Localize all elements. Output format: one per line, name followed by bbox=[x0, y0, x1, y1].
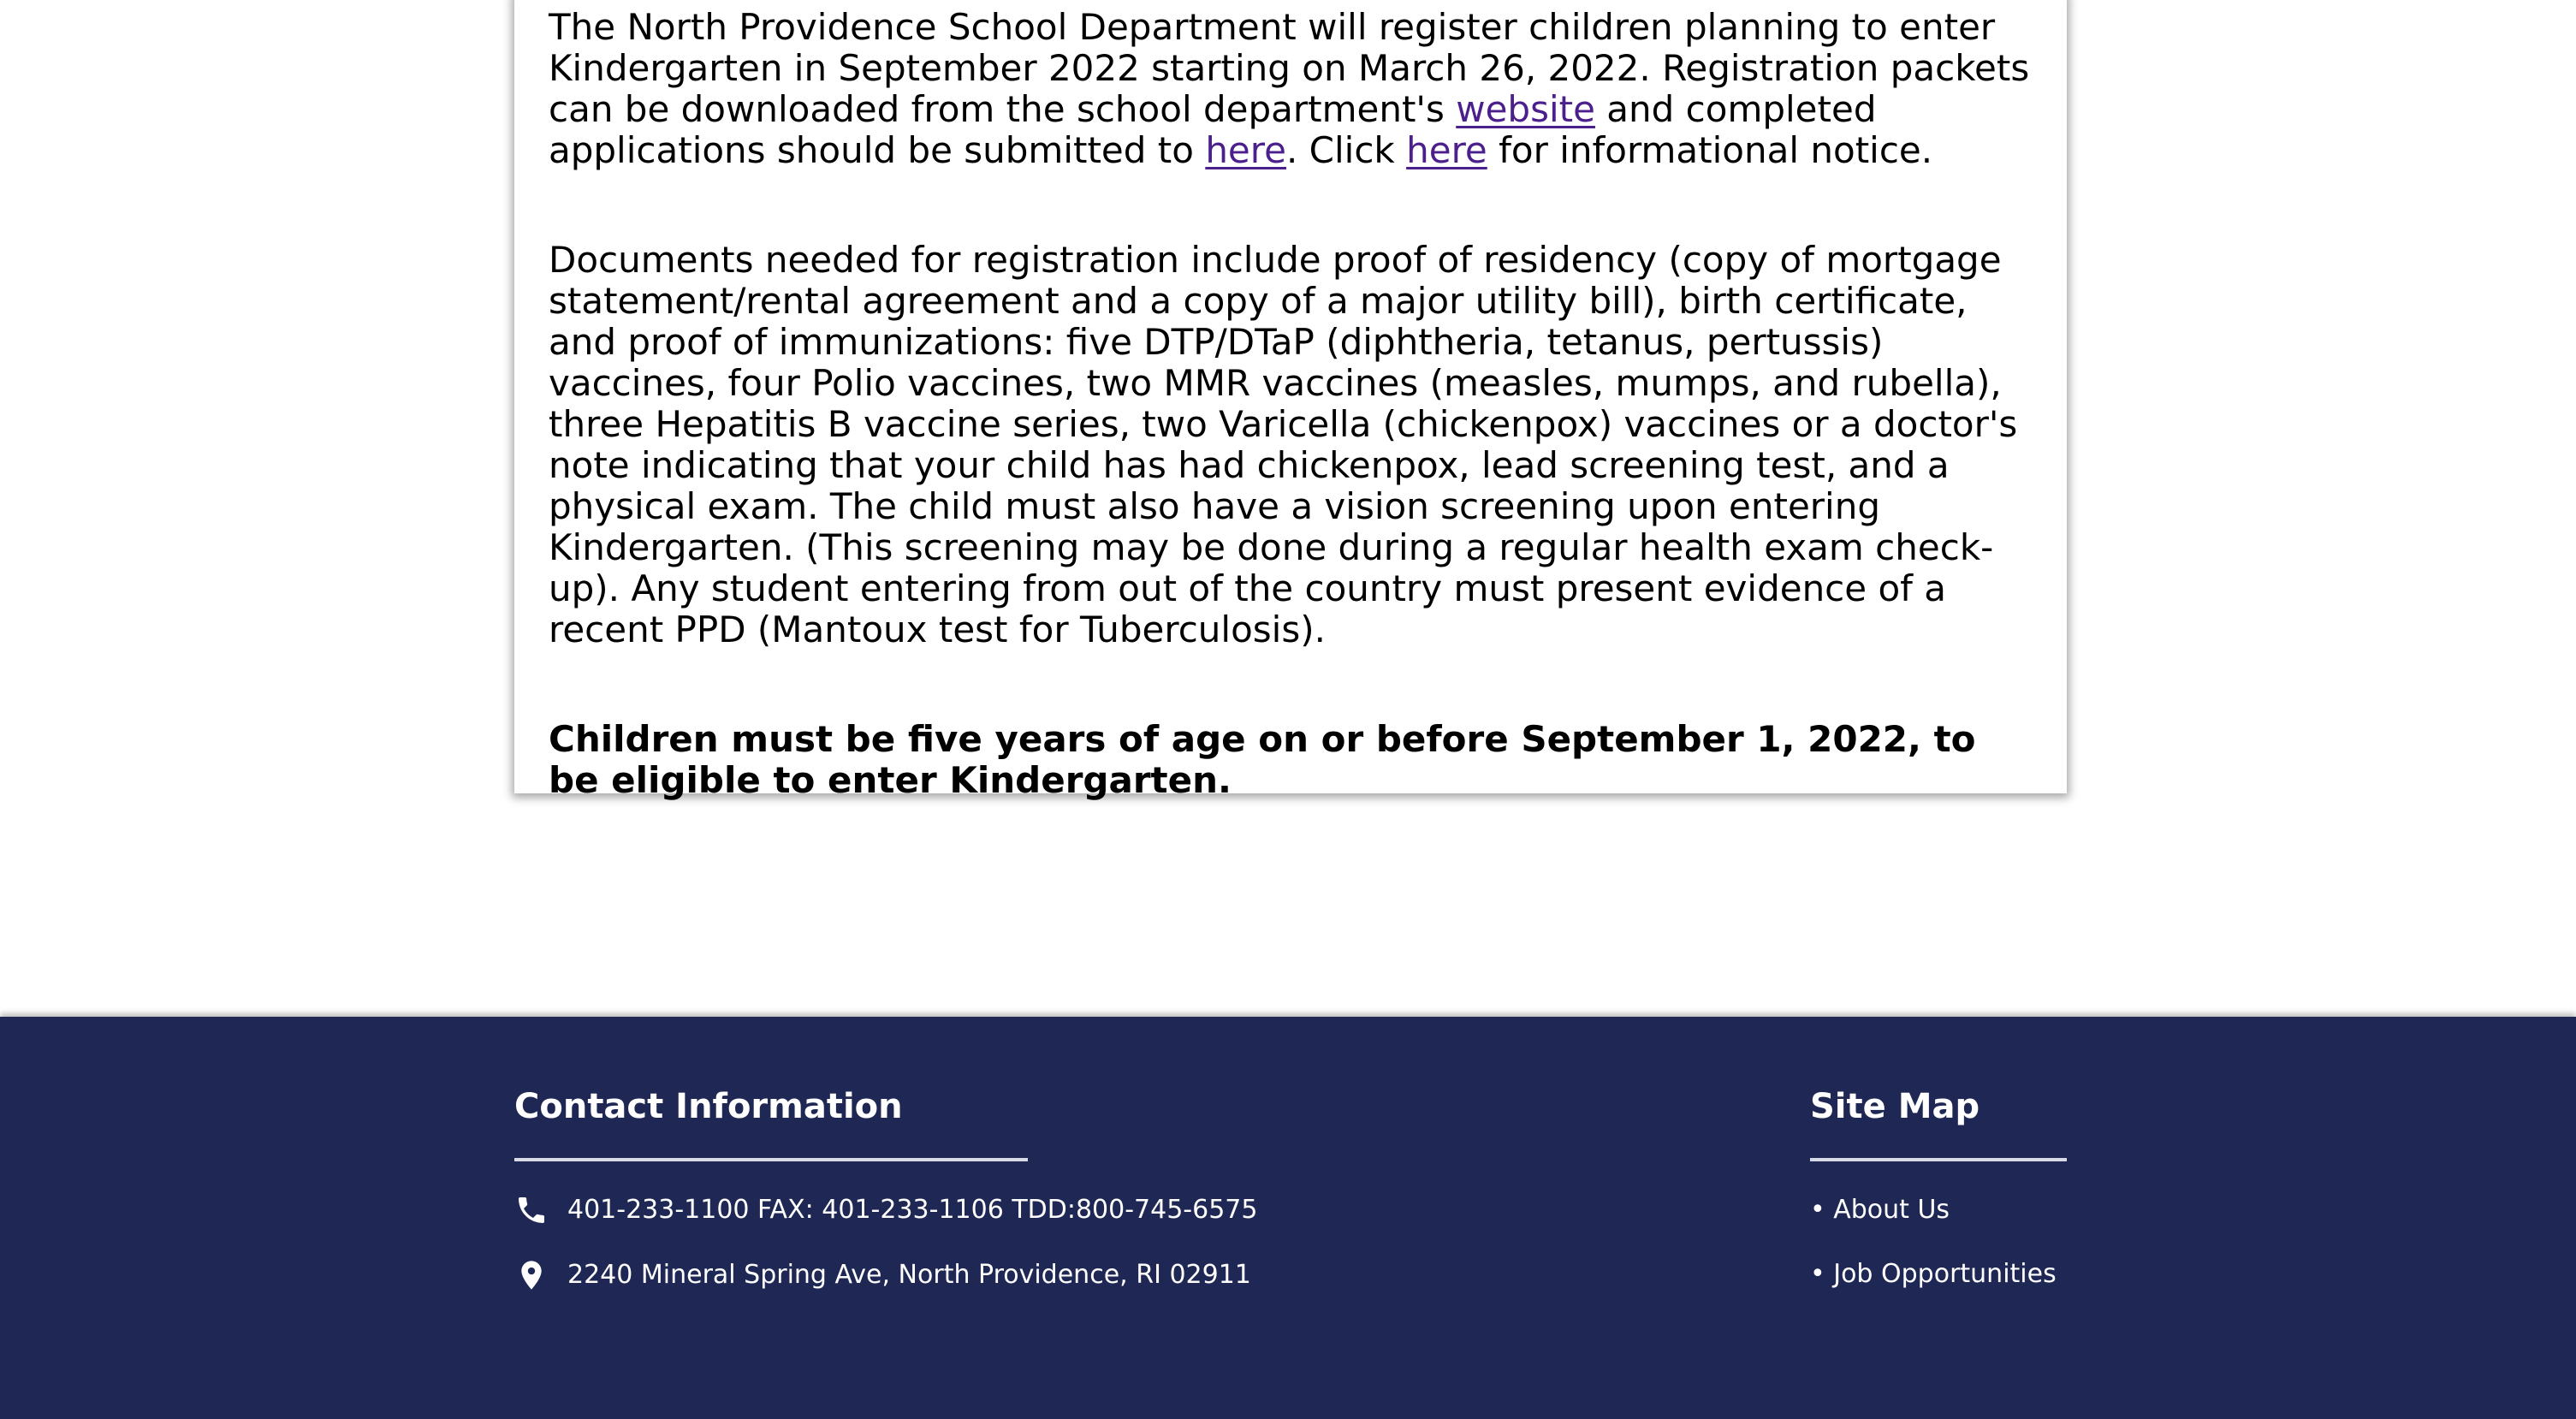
notice-here-link[interactable]: here bbox=[1406, 129, 1487, 171]
phone-line: 401-233-1100 FAX: 401-233-1106 TDD:800-7… bbox=[514, 1193, 1257, 1227]
age-requirement-paragraph: Children must be five years of age on or… bbox=[549, 718, 1976, 801]
address-line: 2240 Mineral Spring Ave, North Providenc… bbox=[514, 1258, 1251, 1292]
site-footer: Contact Information 401-233-1100 FAX: 40… bbox=[0, 1017, 2576, 1419]
site-map-divider bbox=[1810, 1158, 2067, 1161]
website-link[interactable]: website bbox=[1456, 88, 1595, 130]
contact-divider bbox=[514, 1158, 1028, 1161]
job-opportunities-link[interactable]: • Job Opportunities bbox=[1810, 1257, 2057, 1291]
phone-icon bbox=[519, 1197, 544, 1223]
registration-text-3: . Click bbox=[1285, 129, 1407, 171]
about-us-link[interactable]: • About Us bbox=[1810, 1193, 1950, 1227]
documents-paragraph: Documents needed for registration includ… bbox=[549, 239, 2018, 650]
registration-paragraph: The North Providence School Department w… bbox=[549, 7, 2033, 171]
address-text: 2240 Mineral Spring Ave, North Providenc… bbox=[567, 1260, 1251, 1290]
contact-information-heading: Contact Information bbox=[514, 1087, 903, 1126]
location-pin-icon bbox=[521, 1261, 542, 1290]
phone-text: 401-233-1100 FAX: 401-233-1106 TDD:800-7… bbox=[567, 1195, 1258, 1225]
submit-here-link[interactable]: here bbox=[1205, 129, 1286, 171]
site-map-heading: Site Map bbox=[1810, 1087, 1980, 1126]
registration-text-4: for informational notice. bbox=[1487, 129, 1933, 171]
content-card: The North Providence School Department w… bbox=[514, 0, 2067, 801]
